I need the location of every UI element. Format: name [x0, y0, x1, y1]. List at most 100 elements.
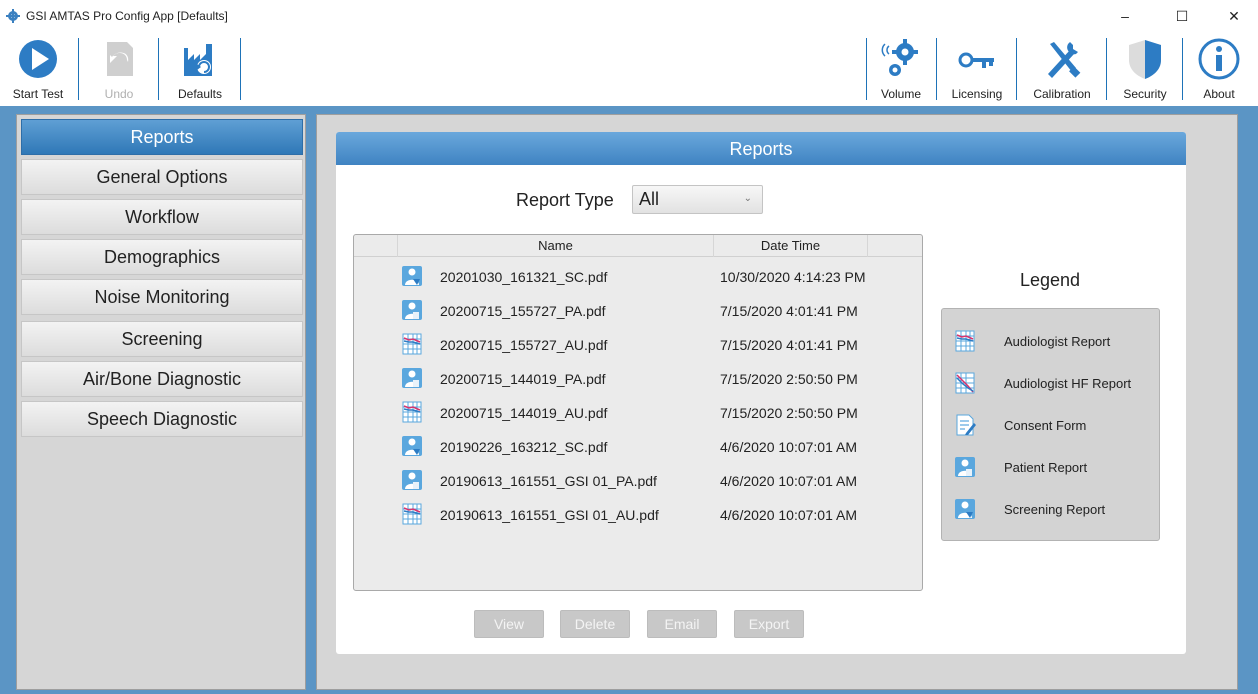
report-file-list[interactable]: Name Date Time 20201030_161321_SC.pdf 10/… [353, 234, 923, 591]
sidebar-item-general-options[interactable]: General Options [21, 159, 303, 195]
toolbar-divider [1182, 38, 1183, 100]
table-row[interactable]: 20200715_144019_PA.pdf 7/15/2020 2:50:50 … [354, 361, 922, 395]
file-date-time: 7/15/2020 2:50:50 PM [720, 371, 858, 387]
patient-report-icon [401, 469, 423, 491]
report-type-value: All [639, 189, 660, 209]
start-test-button[interactable]: Start Test [0, 30, 76, 106]
reports-card: Reports Report Type All ⌄ Name Date Time… [336, 132, 1186, 654]
toolbar-divider [936, 38, 937, 100]
sidebar-item-workflow[interactable]: Workflow [21, 199, 303, 235]
file-name: 20190613_161551_GSI 01_AU.pdf [440, 507, 659, 523]
legend-item: Consent Form [942, 404, 1159, 446]
legend-item: Audiologist Report [942, 320, 1159, 362]
audiologist-hf-report-icon [954, 372, 976, 394]
table-row[interactable]: 20201030_161321_SC.pdf 10/30/2020 4:14:23… [354, 259, 922, 293]
consent-form-icon [954, 414, 976, 436]
licensing-label: Licensing [951, 87, 1003, 101]
volume-button[interactable]: Volume [868, 30, 934, 106]
report-type-dropdown[interactable]: All ⌄ [632, 185, 763, 214]
chevron-down-icon: ⌄ [743, 193, 752, 204]
legend-item-label: Audiologist Report [1004, 334, 1111, 349]
about-label: About [1203, 87, 1235, 101]
legend-box: Audiologist Report Audiologist HF Report C… [941, 308, 1160, 541]
file-date-time: 7/15/2020 4:01:41 PM [720, 337, 858, 353]
file-date-time: 4/6/2020 10:07:01 AM [720, 439, 857, 455]
wrench-screwdriver-icon [1048, 42, 1081, 78]
factory-reset-icon [184, 44, 212, 76]
calibration-label: Calibration [1033, 87, 1091, 101]
window-title: GSI AMTAS Pro Config App [Defaults] [26, 9, 228, 23]
audiologist-report-icon [401, 503, 423, 525]
toolbar-divider [866, 38, 867, 100]
toolbar-divider [240, 38, 241, 100]
play-icon [19, 40, 57, 78]
sidebar-item-demographics[interactable]: Demographics [21, 239, 303, 275]
date-time-column-header[interactable]: Date Time [714, 235, 868, 257]
legend-item-label: Consent Form [1004, 418, 1087, 433]
minimize-button[interactable]: – [1103, 3, 1147, 29]
table-row[interactable]: 20190226_163212_SC.pdf 4/6/2020 10:07:01 … [354, 429, 922, 463]
toolbar: Start Test Undo Defaults Volume Licensin… [0, 30, 1258, 106]
audiologist-report-icon [401, 333, 423, 355]
file-date-time: 4/6/2020 10:07:01 AM [720, 473, 857, 489]
table-row[interactable]: 20200715_144019_AU.pdf 7/15/2020 2:50:50 … [354, 395, 922, 429]
file-name: 20201030_161321_SC.pdf [440, 269, 608, 285]
file-name: 20190613_161551_GSI 01_PA.pdf [440, 473, 657, 489]
undo-button[interactable]: Undo [82, 30, 156, 106]
table-row[interactable]: 20190613_161551_GSI 01_PA.pdf 4/6/2020 10… [354, 463, 922, 497]
legend-title: Legend [1020, 270, 1081, 290]
sidebar: Reports General Options Workflow Demogra… [16, 114, 306, 690]
close-button[interactable]: ✕ [1212, 3, 1256, 29]
toolbar-divider [158, 38, 159, 100]
file-name: 20200715_144019_AU.pdf [440, 405, 608, 421]
file-date-time: 4/6/2020 10:07:01 AM [720, 507, 857, 523]
reports-header: Reports [336, 132, 1186, 165]
legend-item: Patient Report [942, 446, 1159, 488]
screening-report-icon [401, 265, 423, 287]
screening-report-icon [401, 435, 423, 457]
file-date-time: 10/30/2020 4:14:23 PM [720, 269, 866, 285]
table-row[interactable]: 20200715_155727_AU.pdf 7/15/2020 4:01:41 … [354, 327, 922, 361]
view-button[interactable]: View [474, 610, 544, 638]
sidebar-item-reports[interactable]: Reports [21, 119, 303, 155]
calibration-button[interactable]: Calibration [1020, 30, 1104, 106]
undo-label: Undo [104, 87, 134, 101]
sidebar-item-screening[interactable]: Screening [21, 321, 303, 357]
report-type-label: Report Type [516, 190, 614, 210]
icon-column-header [354, 235, 398, 257]
licensing-button[interactable]: Licensing [940, 30, 1014, 106]
file-name: 20200715_144019_PA.pdf [440, 371, 606, 387]
undo-icon [107, 42, 133, 76]
about-button[interactable]: About [1186, 30, 1252, 106]
sidebar-item-air-bone-diagnostic[interactable]: Air/Bone Diagnostic [21, 361, 303, 397]
defaults-button[interactable]: Defaults [162, 30, 238, 106]
legend-item: Audiologist HF Report [942, 362, 1159, 404]
file-list-header: Name Date Time [354, 235, 922, 257]
name-column-header[interactable]: Name [398, 235, 714, 257]
file-date-time: 7/15/2020 4:01:41 PM [720, 303, 858, 319]
file-name: 20200715_155727_PA.pdf [440, 303, 606, 319]
defaults-label: Defaults [177, 87, 223, 101]
export-button[interactable]: Export [734, 610, 804, 638]
sidebar-item-noise-monitoring[interactable]: Noise Monitoring [21, 279, 303, 315]
security-button[interactable]: Security [1110, 30, 1180, 106]
email-button[interactable]: Email [647, 610, 717, 638]
patient-report-icon [954, 456, 976, 478]
file-date-time: 7/15/2020 2:50:50 PM [720, 405, 858, 421]
title-bar: GSI AMTAS Pro Config App [Defaults] – ☐ … [0, 0, 1258, 30]
table-row[interactable]: 20200715_155727_PA.pdf 7/15/2020 4:01:41 … [354, 293, 922, 327]
legend-item: Screening Report [942, 488, 1159, 530]
volume-gears-icon [881, 39, 918, 76]
start-test-label: Start Test [12, 87, 64, 101]
maximize-button[interactable]: ☐ [1160, 3, 1204, 29]
security-label: Security [1123, 87, 1167, 101]
key-icon [958, 52, 994, 68]
file-name: 20190226_163212_SC.pdf [440, 439, 608, 455]
delete-button[interactable]: Delete [560, 610, 630, 638]
shield-icon [1129, 40, 1161, 79]
audiologist-report-icon [954, 330, 976, 352]
sidebar-item-speech-diagnostic[interactable]: Speech Diagnostic [21, 401, 303, 437]
toolbar-divider [1106, 38, 1107, 100]
table-row[interactable]: 20190613_161551_GSI 01_AU.pdf 4/6/2020 10… [354, 497, 922, 531]
volume-label: Volume [880, 87, 922, 101]
